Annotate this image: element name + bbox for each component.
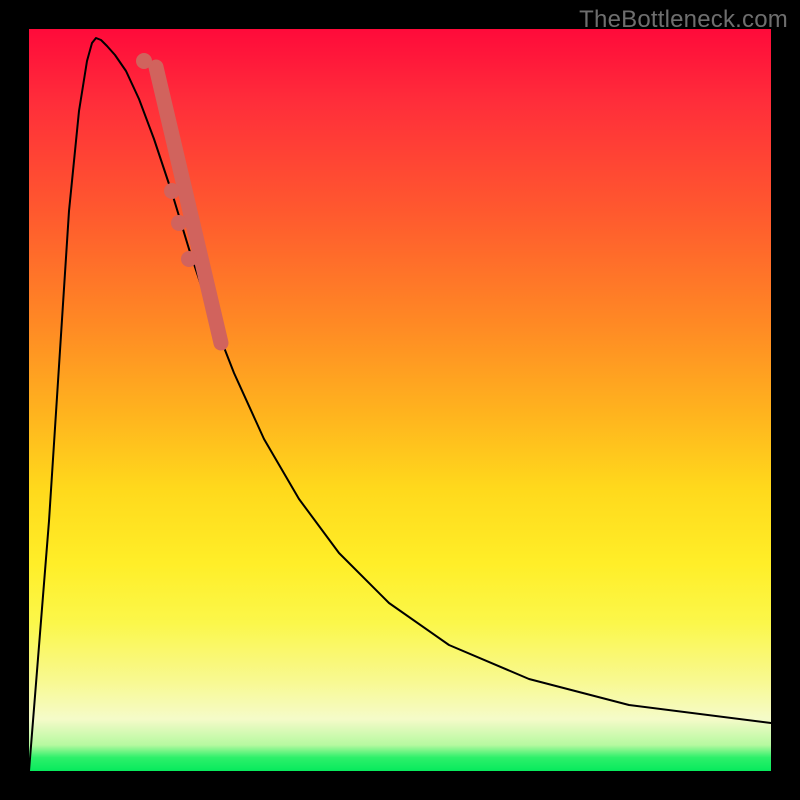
marker-thick-segment (156, 67, 221, 343)
marker-dot-0 (136, 53, 152, 69)
marker-dot-2 (171, 215, 187, 231)
chart-frame: TheBottleneck.com (0, 0, 800, 800)
plot-area (29, 29, 771, 771)
marker-dot-1 (164, 183, 180, 199)
bottleneck-curve (29, 38, 771, 771)
marker-dot-3 (181, 251, 197, 267)
curve-layer (29, 29, 771, 771)
